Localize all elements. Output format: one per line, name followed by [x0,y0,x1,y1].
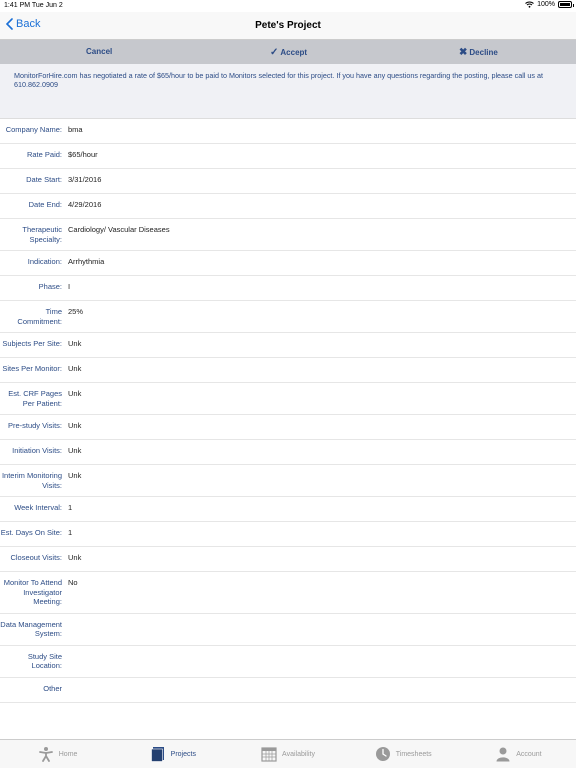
battery-icon [558,1,574,8]
detail-value: $65/hour [68,150,98,159]
tab-home[interactable]: Home [0,740,115,768]
detail-row: Est. Days On Site: 1 [0,522,576,547]
detail-value: Unk [68,471,82,480]
tab-label: Home [58,750,78,758]
rate-notice: MonitorForHire.com has negotiated a rate… [0,64,576,119]
checkmark-icon: ✓ [270,47,279,58]
detail-label: Company Name: [5,125,62,134]
navigation-bar: Back Pete's Project [0,12,576,40]
project-details: Company Name: bma Rate Paid: $65/hour Date S… [0,119,576,739]
tab-label: Timesheets [395,750,432,758]
action-bar: Cancel ✓ Accept ✖ Decline [0,40,576,64]
detail-value: 25% [68,307,84,316]
battery-percent: 100% [537,1,555,8]
detail-row: Indication: Arrhythmia [0,251,576,276]
detail-label: Data Management System: [0,619,62,639]
detail-label: Subjects Per Site: [2,339,62,348]
status-right: 100% [525,1,574,8]
detail-value: No [68,578,78,587]
detail-label: Sites Per Monitor: [2,364,62,373]
detail-row: Date End: 4/29/2016 [0,194,576,219]
decline-button[interactable]: ✖ Decline [459,47,498,58]
detail-value: 4/29/2016 [68,200,102,209]
detail-label: Time Commitment: [17,307,62,326]
folder-icon [150,746,166,762]
detail-row: Sites Per Monitor: Unk [0,358,576,383]
accept-label: Accept [280,48,308,57]
detail-value: Unk [68,364,82,373]
cancel-label: Cancel [86,47,113,56]
detail-value: 3/31/2016 [68,175,102,184]
detail-label: Initiation Visits: [12,446,62,455]
detail-label: Closeout Visits: [10,553,62,562]
battery-level [560,3,570,6]
detail-label: Est. Days On Site: [0,528,62,537]
clock-icon [375,746,391,762]
detail-row: Therapeutic Specialty: Cardiology/ Vascul… [0,219,576,251]
detail-row: Rate Paid: $65/hour [0,144,576,169]
detail-row: Subjects Per Site: Unk [0,333,576,358]
detail-value: I [68,282,71,291]
detail-label: Interim Monitoring Visits: [1,471,62,490]
tab-availability[interactable]: Availability [230,740,345,768]
detail-label: Monitor To Attend Investigator Meeting: [3,578,62,606]
detail-label: Rate Paid: [26,150,62,159]
detail-label: Week Interval: [14,503,62,512]
detail-label: Date End: [28,200,62,209]
tab-label: Account [516,750,542,758]
tab-account[interactable]: Account [461,740,576,768]
tab-projects[interactable]: Projects [115,740,230,768]
detail-row: Date Start: 3/31/2016 [0,169,576,194]
page-title: Pete's Project [255,20,321,31]
detail-label: Date Start: [26,175,62,184]
detail-row: Company Name: bma [0,119,576,144]
decline-label: Decline [469,48,498,57]
accept-button[interactable]: ✓ Accept [270,47,307,58]
calendar-icon [261,746,277,762]
tab-label: Availability [282,750,315,758]
detail-row: Time Commitment: 25% [0,301,576,333]
user-icon [495,746,511,762]
tab-label: Projects [170,750,196,758]
x-icon: ✖ [459,47,468,58]
detail-row: Study Site Location: [0,646,576,678]
wifi-icon [525,1,534,8]
status-bar: 1:41 PM Tue Jun 2 100% [0,0,576,12]
status-time: 1:41 PM Tue Jun 2 [4,2,63,9]
person-icon [38,746,54,762]
detail-value: Arrhythmia [68,257,105,266]
detail-row: Other [0,678,576,703]
tab-timesheets[interactable]: Timesheets [346,740,461,768]
detail-value: 1 [68,503,73,512]
cancel-button[interactable]: Cancel [86,47,112,56]
detail-row: Initiation Visits: Unk [0,440,576,465]
detail-row: Monitor To Attend Investigator Meeting: N… [0,572,576,614]
detail-label: Therapeutic Specialty: [22,225,62,244]
detail-row: Est. CRF Pages Per Patient: Unk [0,383,576,415]
tab-bar: Home Projects Availability Timesheets Accoun… [0,739,576,768]
detail-row: Week Interval: 1 [0,497,576,522]
detail-label: Phase: [38,282,62,291]
detail-value: 1 [68,528,73,537]
detail-value: Unk [68,421,82,430]
detail-value: Unk [68,339,82,348]
detail-row: Phase: I [0,276,576,301]
detail-label: Pre-study Visits: [7,421,62,430]
detail-label: Est. CRF Pages Per Patient: [8,389,62,408]
detail-value: Cardiology/ Vascular Diseases [68,225,170,234]
detail-value: bma [68,125,83,134]
detail-value: Unk [68,446,82,455]
detail-row: Pre-study Visits: Unk [0,415,576,440]
detail-label: Study Site Location: [27,651,62,671]
detail-value: Unk [68,553,82,562]
detail-row: Interim Monitoring Visits: Unk [0,465,576,497]
detail-row: Data Management System: [0,614,576,646]
detail-value: Unk [68,389,82,398]
detail-row: Closeout Visits: Unk [0,547,576,572]
detail-label: Other [43,683,62,693]
detail-label: Indication: [27,257,62,266]
